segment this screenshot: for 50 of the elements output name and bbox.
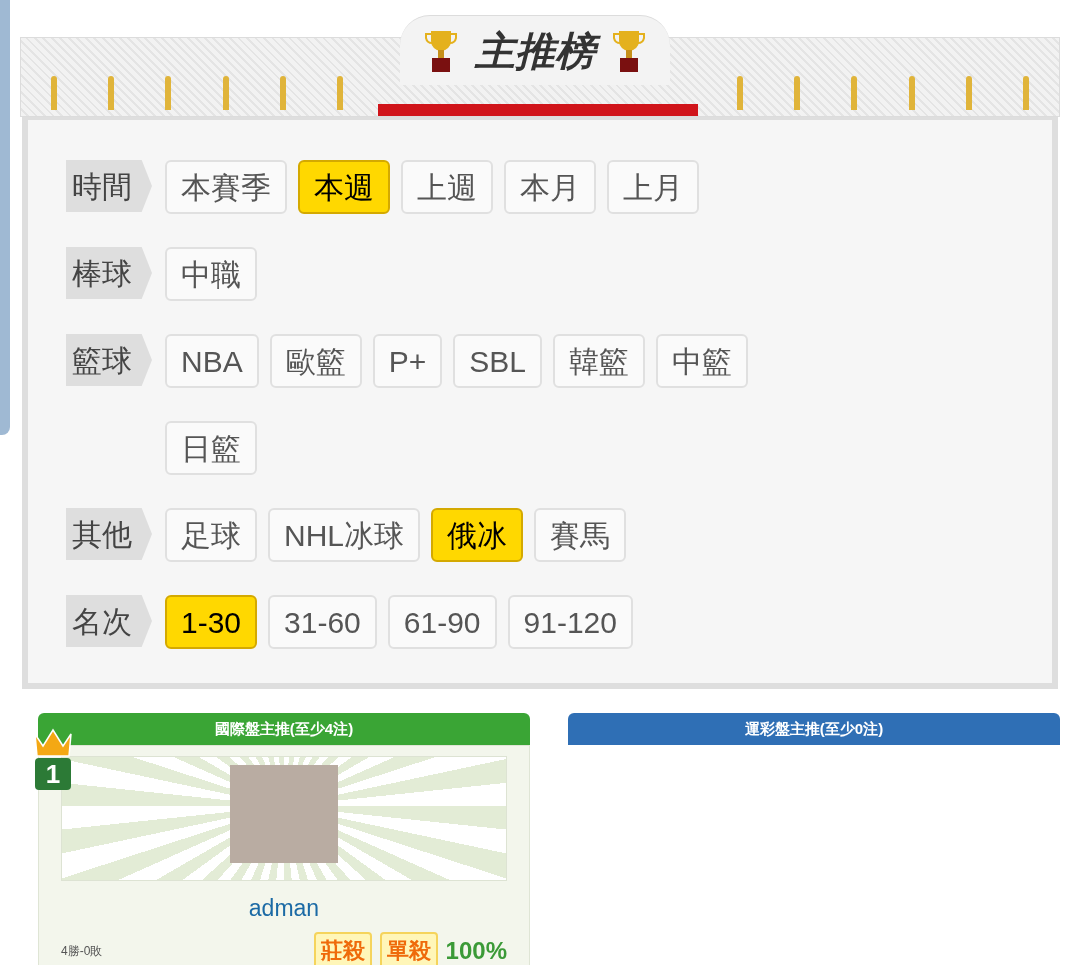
filter-option[interactable]: 足球: [165, 508, 257, 562]
filter-label: 其他: [66, 508, 152, 560]
filter-option[interactable]: 本賽季: [165, 160, 287, 214]
filter-option[interactable]: 歐籃: [269, 334, 362, 388]
stanchion-icon: [222, 76, 229, 110]
filter-option[interactable]: 賽馬: [534, 508, 626, 562]
tag: 單殺: [379, 931, 438, 965]
filter-option[interactable]: 中職: [165, 247, 257, 301]
filter-option[interactable]: 本週: [298, 160, 390, 214]
banner-title: 主推榜: [469, 24, 601, 77]
filter-option[interactable]: 上週: [401, 160, 493, 214]
filter-label: 棒球: [66, 247, 152, 299]
filter-option[interactable]: 本月: [504, 160, 596, 214]
stanchion-icon: [908, 76, 915, 110]
stanchion-icon: [108, 76, 115, 110]
stanchion-icon: [1022, 76, 1029, 110]
filter-option[interactable]: 31-60: [268, 595, 377, 649]
filter-option[interactable]: 日籃: [165, 421, 257, 475]
tag: 莊殺: [313, 931, 372, 965]
stanchion-icon: [737, 76, 744, 110]
filter-option[interactable]: 1-30: [165, 595, 258, 649]
filter-option[interactable]: 91-120: [507, 595, 633, 649]
filter-option[interactable]: NHL冰球: [268, 508, 420, 562]
stanchion-icon: [336, 76, 343, 110]
filter-label: 時間: [66, 160, 152, 212]
filter-option[interactable]: SBL: [453, 334, 542, 388]
filter-label: 名次: [66, 595, 152, 647]
win-rate: 100%: [445, 935, 507, 965]
stanchion-icon: [794, 76, 801, 110]
filter-option[interactable]: NBA: [165, 334, 259, 388]
filter-option[interactable]: 韓籃: [552, 334, 645, 388]
board-header: 國際盤主推(至少4注): [38, 713, 530, 745]
board-header: 運彩盤主推(至少0注): [568, 713, 1060, 745]
username-link[interactable]: adman: [248, 891, 320, 926]
filter-option[interactable]: 61-90: [387, 595, 497, 649]
filter-option[interactable]: 中籃: [655, 334, 748, 388]
stanchion-icon: [51, 76, 57, 110]
stanchion-icon: [165, 76, 172, 110]
filter-option[interactable]: 俄冰: [431, 508, 523, 562]
win-loss-record: 4勝-0敗: [61, 942, 103, 960]
stanchion-icon: [279, 76, 286, 110]
trophy-icon: [425, 28, 457, 73]
filter-option[interactable]: 上月: [607, 160, 699, 214]
stanchion-icon: [965, 76, 972, 110]
filter-option[interactable]: P+: [372, 334, 443, 388]
rank-badge: 1: [35, 758, 71, 790]
side-tab[interactable]: [0, 0, 10, 435]
trophy-icon: [613, 28, 645, 73]
stanchion-icon: [851, 76, 858, 110]
filter-label: 籃球: [66, 334, 152, 386]
